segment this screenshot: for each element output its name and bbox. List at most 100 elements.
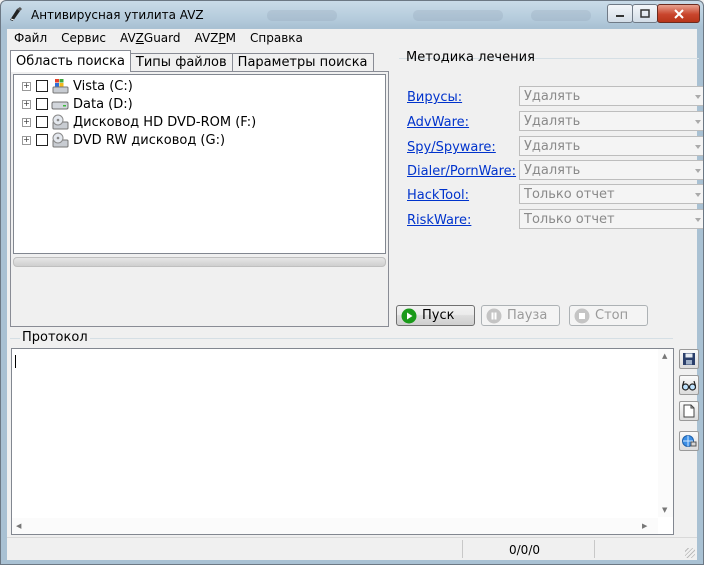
expand-icon[interactable]: + xyxy=(22,99,31,109)
chevron-down-icon xyxy=(695,120,701,124)
advware-action-select[interactable]: Удалять xyxy=(519,111,703,131)
stop-icon xyxy=(574,308,590,323)
windows-drive-icon xyxy=(52,79,69,94)
avz-app-icon xyxy=(10,7,22,21)
save-icon xyxy=(683,353,695,365)
menu-file[interactable]: Файл xyxy=(7,29,54,48)
chevron-down-icon xyxy=(695,169,701,173)
riskware-link[interactable]: RiskWare: xyxy=(407,213,471,228)
minimize-button[interactable] xyxy=(607,4,633,23)
menu-avzpm[interactable]: AVZPM xyxy=(188,29,243,48)
minimize-icon xyxy=(616,14,624,17)
status-separator xyxy=(594,540,595,558)
view-log-button[interactable] xyxy=(679,375,699,395)
tree-item-drive-g[interactable]: + DVD RW дисковод (G:) xyxy=(16,131,225,149)
drive-checkbox[interactable] xyxy=(36,98,48,110)
viruses-action-select[interactable]: Удалять xyxy=(519,86,703,106)
spyware-link[interactable]: Spy/Spyware: xyxy=(407,140,496,155)
pause-button[interactable]: Пауза xyxy=(481,305,560,326)
tree-item-label: Data (D:) xyxy=(73,96,133,112)
expand-icon[interactable]: + xyxy=(22,81,31,91)
status-separator xyxy=(462,540,463,558)
tree-horizontal-scrollbar[interactable] xyxy=(13,257,386,267)
scroll-up-icon[interactable]: ▲ xyxy=(662,352,667,360)
hacktool-action-select[interactable]: Только отчет xyxy=(519,184,703,204)
drive-checkbox[interactable] xyxy=(36,80,48,92)
stop-button[interactable]: Стоп xyxy=(569,305,648,326)
tree-item-drive-c[interactable]: + Vista (C:) xyxy=(16,77,133,95)
menu-avzpm-accel: P xyxy=(218,31,226,45)
treatment-row-hacktool: HackTool: Только отчет xyxy=(407,184,703,206)
protocol-frame xyxy=(10,338,673,339)
dialer-action-select[interactable]: Удалять xyxy=(519,160,703,180)
tab-search-area[interactable]: Область поиска xyxy=(10,50,131,72)
menu-avzguard-suffix: Guard xyxy=(143,31,181,45)
resize-grip-icon[interactable] xyxy=(685,548,695,558)
treatment-row-viruses: Вирусы: Удалять xyxy=(407,86,703,108)
menu-service[interactable]: Сервис xyxy=(54,29,113,48)
tree-item-drive-f[interactable]: + Дисковод HD DVD-ROM (F:) xyxy=(16,113,256,131)
network-button[interactable] xyxy=(679,431,699,451)
menu-bar: Файл Сервис AVZGuard AVZPM Справка xyxy=(7,29,697,48)
log-horizontal-scrollbar[interactable]: ◀ ▶ xyxy=(12,518,658,534)
close-button[interactable] xyxy=(657,4,700,23)
protocol-log[interactable]: ▲ ▼ ◀ ▶ xyxy=(11,348,674,535)
select-value: Удалять xyxy=(524,163,581,178)
start-button-label: Пуск xyxy=(422,308,455,323)
title-bar-blur xyxy=(531,10,591,21)
menu-help[interactable]: Справка xyxy=(243,29,310,48)
scroll-right-icon[interactable]: ▶ xyxy=(642,522,647,530)
client-area: Файл Сервис AVZGuard AVZPM Справка Облас… xyxy=(7,29,703,560)
dvd-drive-icon xyxy=(52,132,69,148)
tab-search-params[interactable]: Параметры поиска xyxy=(231,53,374,72)
protocol-title: Протокол xyxy=(20,330,90,345)
menu-avzpm-suffix: M xyxy=(225,31,236,45)
document-icon xyxy=(683,404,695,418)
menu-avzpm-prefix: AVZ xyxy=(194,31,219,45)
expand-icon[interactable]: + xyxy=(22,135,31,145)
title-bar[interactable]: Антивирусная утилита AVZ xyxy=(1,1,703,29)
status-bar: 0/0/0 xyxy=(7,537,697,560)
scroll-down-icon[interactable]: ▼ xyxy=(662,506,667,514)
tree-item-drive-d[interactable]: + Data (D:) xyxy=(16,95,133,113)
stop-button-label: Стоп xyxy=(595,308,629,323)
spyware-action-select[interactable]: Удалять xyxy=(519,136,703,156)
menu-avzguard-accel: Z xyxy=(135,31,144,45)
dialer-link[interactable]: Dialer/PornWare: xyxy=(407,164,516,179)
drive-checkbox[interactable] xyxy=(36,134,48,146)
select-value: Удалять xyxy=(524,114,581,129)
pause-button-label: Пауза xyxy=(507,308,548,323)
start-button[interactable]: Пуск xyxy=(396,305,475,326)
tree-item-label: Vista (C:) xyxy=(73,78,133,94)
scroll-left-icon[interactable]: ◀ xyxy=(16,522,21,530)
drive-checkbox[interactable] xyxy=(36,116,48,128)
drive-tree[interactable]: + Vista (C:) + Data (D:) + Дисковод HD D… xyxy=(13,74,386,254)
chevron-down-icon xyxy=(695,95,701,99)
expand-icon[interactable]: + xyxy=(22,117,31,127)
search-area-panel: + Vista (C:) + Data (D:) + Дисковод HD D… xyxy=(10,71,389,327)
save-log-button[interactable] xyxy=(679,349,699,369)
chevron-down-icon xyxy=(695,145,701,149)
menu-avzguard[interactable]: AVZGuard xyxy=(113,29,188,48)
tab-file-types[interactable]: Типы файлов xyxy=(129,53,233,72)
play-icon xyxy=(401,308,417,323)
title-bar-blur xyxy=(413,10,503,21)
chevron-down-icon xyxy=(695,193,701,197)
window-title: Антивирусная утилита AVZ xyxy=(31,8,204,22)
new-log-button[interactable] xyxy=(679,401,699,421)
maximize-icon xyxy=(640,9,650,18)
tree-item-label: DVD RW дисковод (G:) xyxy=(73,132,226,148)
hacktool-link[interactable]: HackTool: xyxy=(407,188,469,203)
search-tabs: Область поиска Типы файлов Параметры пои… xyxy=(10,50,374,72)
maximize-button[interactable] xyxy=(632,4,658,23)
advware-link[interactable]: AdvWare: xyxy=(407,115,469,130)
log-vertical-scrollbar[interactable]: ▲ ▼ xyxy=(658,349,673,517)
treatment-row-riskware: RiskWare: Только отчет xyxy=(407,209,703,231)
chevron-down-icon xyxy=(695,218,701,222)
status-counter: 0/0/0 xyxy=(509,543,540,557)
network-icon xyxy=(682,435,697,447)
close-icon xyxy=(673,8,684,19)
viruses-link[interactable]: Вирусы: xyxy=(407,90,462,105)
select-value: Только отчет xyxy=(524,187,615,202)
riskware-action-select[interactable]: Только отчет xyxy=(519,209,703,229)
